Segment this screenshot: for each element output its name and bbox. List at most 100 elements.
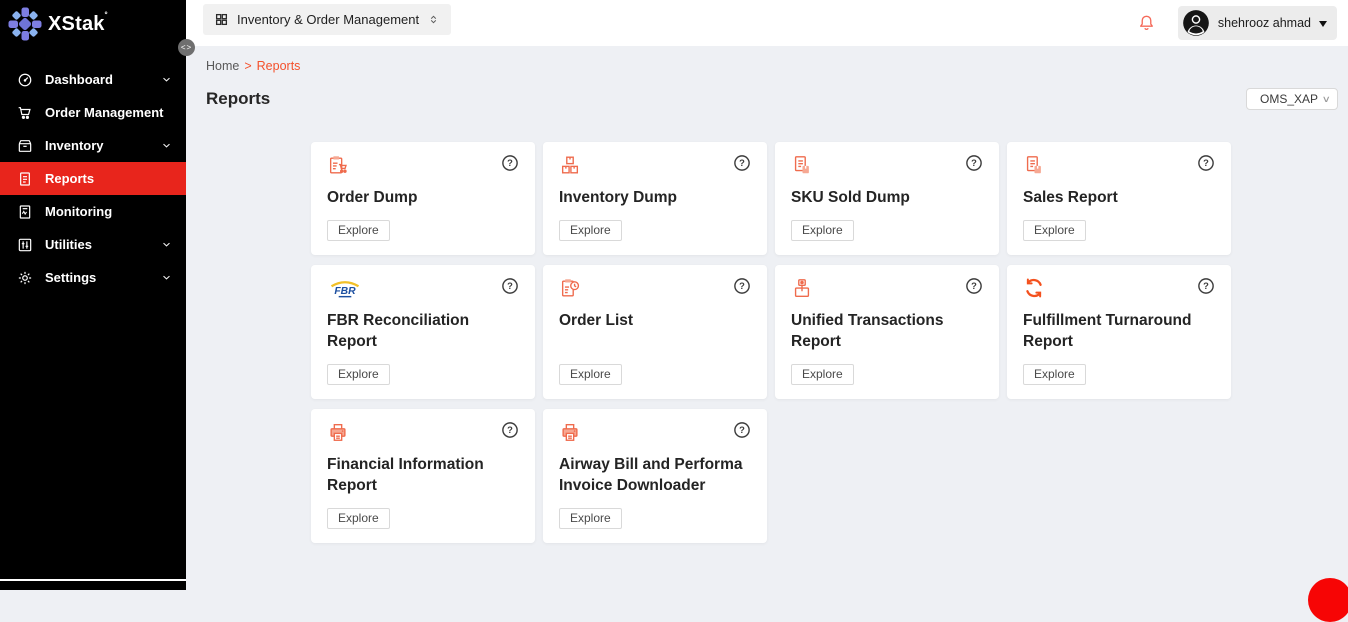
- report-cards-grid: ? Order Dump Explore ?Inventory DumpExplor…: [311, 142, 1236, 543]
- report-card-unified-transactions-report: ? Unified Transactions Report Explore: [775, 265, 999, 399]
- sidebar-item-label: Monitoring: [45, 204, 172, 219]
- explore-button[interactable]: Explore: [1023, 364, 1086, 385]
- help-circle-icon[interactable]: ?: [501, 421, 519, 439]
- sidebar-item-utilities[interactable]: Utilities: [0, 228, 186, 261]
- report-card-title: Fulfillment Turnaround Report: [1023, 310, 1215, 352]
- sidebar-item-dashboard[interactable]: Dashboard: [0, 63, 186, 96]
- sidebar-item-label: Order Management: [45, 105, 172, 120]
- svg-text:?: ?: [739, 281, 745, 291]
- dashboard-icon: [16, 71, 33, 88]
- brand-name: XStak˚: [48, 13, 108, 36]
- help-circle-icon[interactable]: ?: [733, 154, 751, 172]
- sidebar-collapse-toggle[interactable]: <>: [178, 39, 195, 56]
- app-grid-icon: [215, 13, 228, 26]
- brand-trademark: ˚: [105, 12, 109, 23]
- gear-icon: [16, 269, 33, 286]
- explore-button[interactable]: Explore: [791, 220, 854, 241]
- help-circle-icon[interactable]: ?: [733, 421, 751, 439]
- help-circle-icon[interactable]: ?: [965, 277, 983, 295]
- help-circle-icon[interactable]: ?: [965, 154, 983, 172]
- report-card-title: Financial Information Report: [327, 454, 519, 496]
- sidebar-item-label: Dashboard: [45, 72, 161, 87]
- notification-bell-icon[interactable]: [1137, 13, 1156, 33]
- sidebar-item-label: Reports: [45, 171, 172, 186]
- report-card-inventory-dump: ?Inventory DumpExplore: [543, 142, 767, 255]
- cart-icon: [16, 104, 33, 121]
- breadcrumb-separator: >: [244, 59, 251, 73]
- help-circle-icon[interactable]: ?: [1197, 154, 1215, 172]
- fbr-logo-icon: FBR: [327, 277, 363, 301]
- workspace-select-value: OMS_XAP: [1260, 92, 1318, 106]
- topbar: Inventory & Order Management: [186, 0, 1348, 46]
- workspace-select[interactable]: OMS_XAP ∨: [1246, 88, 1338, 110]
- report-card-title: FBR Reconciliation Report: [327, 310, 519, 352]
- clipboard-cart-icon: [327, 154, 349, 176]
- sliders-icon: [16, 236, 33, 253]
- app-selector-label: Inventory & Order Management: [237, 12, 419, 27]
- help-circle-icon[interactable]: ?: [501, 154, 519, 172]
- help-circle-icon[interactable]: ?: [733, 277, 751, 295]
- box-icon: [16, 137, 33, 154]
- app-selector[interactable]: Inventory & Order Management: [203, 4, 451, 35]
- chevron-down-icon: [1319, 21, 1327, 31]
- explore-button[interactable]: Explore: [327, 508, 390, 529]
- breadcrumb-current: Reports: [257, 59, 301, 73]
- help-circle-icon[interactable]: ?: [1197, 277, 1215, 295]
- report-card-title: SKU Sold Dump: [791, 187, 983, 208]
- monitor-icon: [16, 203, 33, 220]
- svg-text:?: ?: [739, 425, 745, 435]
- help-circle-icon[interactable]: ?: [501, 277, 519, 295]
- report-card-title: Order List: [559, 310, 751, 331]
- sidebar-item-monitoring[interactable]: Monitoring: [0, 195, 186, 228]
- sidebar-item-order-management[interactable]: Order Management: [0, 96, 186, 129]
- report-card-title: Airway Bill and Performa Invoice Downloa…: [559, 454, 751, 496]
- avatar: [1182, 9, 1210, 37]
- explore-button[interactable]: Explore: [327, 364, 390, 385]
- explore-button[interactable]: Explore: [559, 508, 622, 529]
- boxes-icon: [559, 154, 581, 176]
- chevron-down-icon: [161, 272, 172, 283]
- printer-icon: [559, 421, 581, 443]
- explore-button[interactable]: Explore: [559, 364, 622, 385]
- printer-icon: [327, 421, 349, 443]
- svg-text:?: ?: [971, 158, 977, 168]
- chevron-down-icon: [161, 74, 172, 85]
- svg-text:FBR: FBR: [334, 286, 356, 297]
- report-card-financial-information-report: ? Financial Information Report Explore: [311, 409, 535, 543]
- sidebar-item-label: Inventory: [45, 138, 161, 153]
- svg-text:?: ?: [971, 281, 977, 291]
- user-menu[interactable]: shehrooz ahmad: [1178, 6, 1337, 40]
- main-content: Home > Reports Reports OMS_XAP ∨ ? Order Du…: [186, 46, 1348, 590]
- chat-widget-button[interactable]: [1308, 578, 1348, 622]
- sidebar-item-reports[interactable]: Reports: [0, 162, 186, 195]
- receipt-box-icon: [791, 154, 813, 176]
- sidebar-footer-divider: [0, 579, 186, 590]
- sidebar-item-settings[interactable]: Settings: [0, 261, 186, 294]
- chevron-down-icon: [161, 239, 172, 250]
- explore-button[interactable]: Explore: [327, 220, 390, 241]
- svg-text:?: ?: [1203, 281, 1209, 291]
- svg-text:?: ?: [739, 158, 745, 168]
- svg-text:?: ?: [507, 158, 513, 168]
- report-card-sku-sold-dump: ? SKU Sold Dump Explore: [775, 142, 999, 255]
- breadcrumb-home[interactable]: Home: [206, 59, 239, 73]
- svg-text:?: ?: [507, 281, 513, 291]
- explore-button[interactable]: Explore: [1023, 220, 1086, 241]
- sync-icon: [1023, 277, 1045, 299]
- report-card-order-dump: ? Order Dump Explore: [311, 142, 535, 255]
- report-card-title: Unified Transactions Report: [791, 310, 983, 352]
- sidebar-item-label: Settings: [45, 270, 161, 285]
- report-card-title: Sales Report: [1023, 187, 1215, 208]
- report-card-airway-bill-and-performa-invoice-downloader: ? Airway Bill and Performa Invoice Downlo…: [543, 409, 767, 543]
- explore-button[interactable]: Explore: [559, 220, 622, 241]
- receipt-box-icon: [1023, 154, 1045, 176]
- register-icon: [791, 277, 813, 299]
- svg-text:?: ?: [1203, 158, 1209, 168]
- report-card-order-list: ? Order List Explore: [543, 265, 767, 399]
- svg-text:?: ?: [507, 425, 513, 435]
- page-title: Reports: [206, 89, 270, 109]
- brand-logo[interactable]: XStak˚: [0, 0, 186, 48]
- sidebar-item-inventory[interactable]: Inventory: [0, 129, 186, 162]
- report-card-title: Order Dump: [327, 187, 519, 208]
- explore-button[interactable]: Explore: [791, 364, 854, 385]
